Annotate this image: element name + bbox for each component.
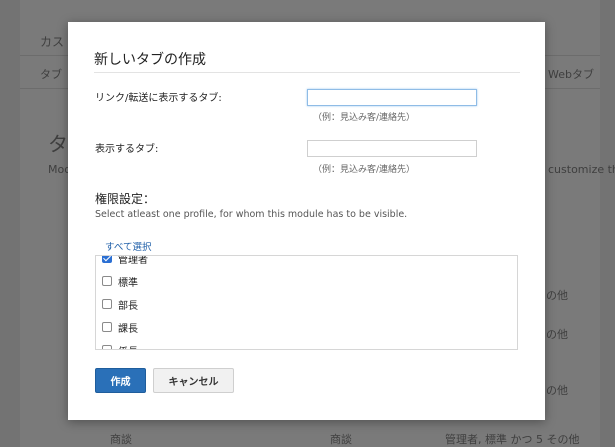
display-tab-label: 表示するタブ:	[95, 144, 159, 155]
profile-label: 係長	[118, 343, 138, 350]
link-tab-hint: （例：見込み客/連絡先）	[313, 113, 416, 123]
bg-breadcrumb: カス	[40, 35, 65, 49]
dialog-title: 新しいタブの作成	[94, 52, 206, 68]
bg-webtab-label: Webタブ	[548, 68, 594, 81]
create-button[interactable]: 作成	[95, 368, 146, 393]
profile-item-admin[interactable]: 管理者	[102, 255, 148, 266]
bg-row-suffix: の他	[546, 328, 568, 341]
display-tab-hint: （例：見込み客/連絡先）	[313, 165, 416, 175]
bg-tab-label: タブ	[40, 68, 62, 81]
profile-item-manager[interactable]: 部長	[102, 297, 138, 312]
bg-bottom-mid: 商談	[330, 433, 352, 446]
profile-checkbox[interactable]	[102, 276, 112, 286]
select-all-link[interactable]: すべて選択	[105, 239, 151, 253]
profile-item-section-chief[interactable]: 課長	[102, 320, 138, 335]
permission-description: Select atleast one profile, for whom thi…	[95, 209, 408, 220]
bg-bottom-left: 商談	[110, 433, 132, 446]
profile-item-subsection-chief[interactable]: 係長	[102, 343, 138, 350]
profile-item-standard[interactable]: 標準	[102, 274, 138, 289]
bg-heading: タ	[48, 132, 68, 156]
profile-checkbox[interactable]	[102, 322, 112, 332]
profile-label: 管理者	[118, 255, 148, 266]
display-tab-input[interactable]	[307, 140, 477, 157]
bg-desc-end: customize ther	[548, 163, 615, 176]
cancel-button[interactable]: キャンセル	[153, 368, 234, 393]
profile-checkbox[interactable]	[102, 256, 112, 263]
profile-checkbox[interactable]	[102, 345, 112, 349]
profile-label: 標準	[118, 277, 138, 289]
bg-row-suffix: の他	[546, 289, 568, 302]
permission-title: 権限設定：	[95, 192, 156, 206]
profile-list[interactable]: 管理者 標準 部長 課長 係長	[95, 255, 518, 350]
link-tab-label: リンク/転送に表示するタブ:	[95, 93, 222, 104]
profile-checkbox[interactable]	[102, 299, 112, 309]
profile-label: 部長	[118, 300, 138, 312]
bg-row-suffix: の他	[546, 384, 568, 397]
create-tab-dialog: 新しいタブの作成 リンク/転送に表示するタブ: （例：見込み客/連絡先） 表示す…	[68, 22, 545, 420]
link-tab-input[interactable]	[307, 89, 477, 106]
title-divider	[94, 72, 520, 73]
profile-label: 課長	[118, 323, 138, 335]
bg-bottom-right: 管理者, 標準 かつ 5 その他	[445, 433, 580, 446]
